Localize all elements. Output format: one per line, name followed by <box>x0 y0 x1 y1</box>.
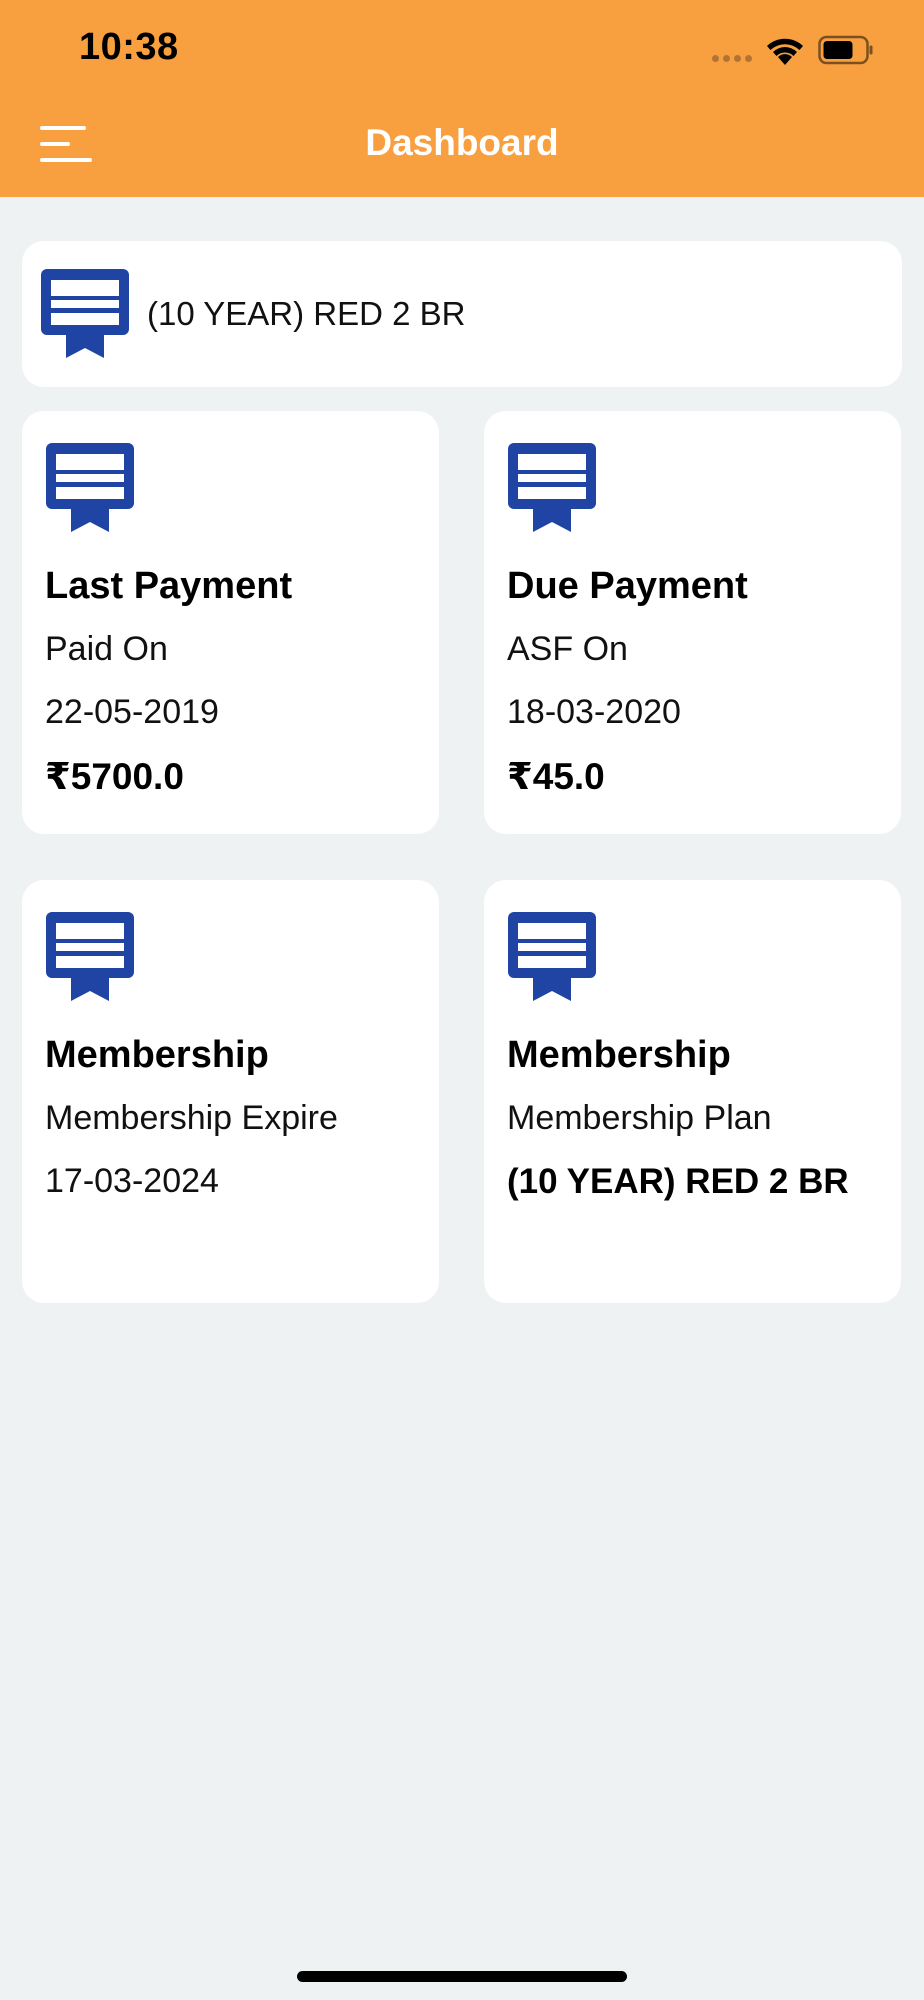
card-label: ASF On <box>507 630 628 668</box>
cellular-signal-icon <box>712 55 752 62</box>
status-time: 10:38 <box>79 26 179 68</box>
card-title: Membership <box>45 1034 269 1076</box>
card-label: Membership Expire <box>45 1099 338 1137</box>
membership-expire-card[interactable]: Membership Membership Expire 17-03-2024 <box>22 880 439 1303</box>
card-title: Last Payment <box>45 565 293 607</box>
card-plan-name: (10 YEAR) RED 2 BR <box>507 1162 849 1201</box>
last-payment-card[interactable]: Last Payment Paid On 22-05-2019 ₹5700.0 <box>22 411 439 834</box>
battery-icon <box>818 35 873 65</box>
card-date: 22-05-2019 <box>45 693 219 731</box>
card-amount: ₹45.0 <box>507 756 605 797</box>
membership-card-icon <box>41 269 129 358</box>
card-date: 17-03-2024 <box>45 1162 219 1200</box>
card-title: Due Payment <box>507 565 748 607</box>
plan-name: (10 YEAR) RED 2 BR <box>147 295 466 332</box>
card-amount: ₹5700.0 <box>45 756 184 797</box>
wifi-icon <box>767 38 803 65</box>
card-date: 18-03-2020 <box>507 693 681 731</box>
membership-plan-card[interactable]: Membership Membership Plan (10 YEAR) RED… <box>484 880 901 1303</box>
membership-card-icon <box>46 443 134 532</box>
due-payment-card[interactable]: Due Payment ASF On 18-03-2020 ₹45.0 <box>484 411 901 834</box>
app-header: 10:38 Dashboard <box>0 0 924 197</box>
membership-card-icon <box>508 443 596 532</box>
card-title: Membership <box>507 1034 731 1076</box>
plan-banner-card[interactable]: (10 YEAR) RED 2 BR <box>22 241 902 387</box>
card-label: Paid On <box>45 630 168 668</box>
card-label: Membership Plan <box>507 1099 772 1137</box>
home-indicator[interactable] <box>297 1971 627 1982</box>
membership-card-icon <box>46 912 134 1001</box>
membership-card-icon <box>508 912 596 1001</box>
page-title: Dashboard <box>365 122 559 163</box>
